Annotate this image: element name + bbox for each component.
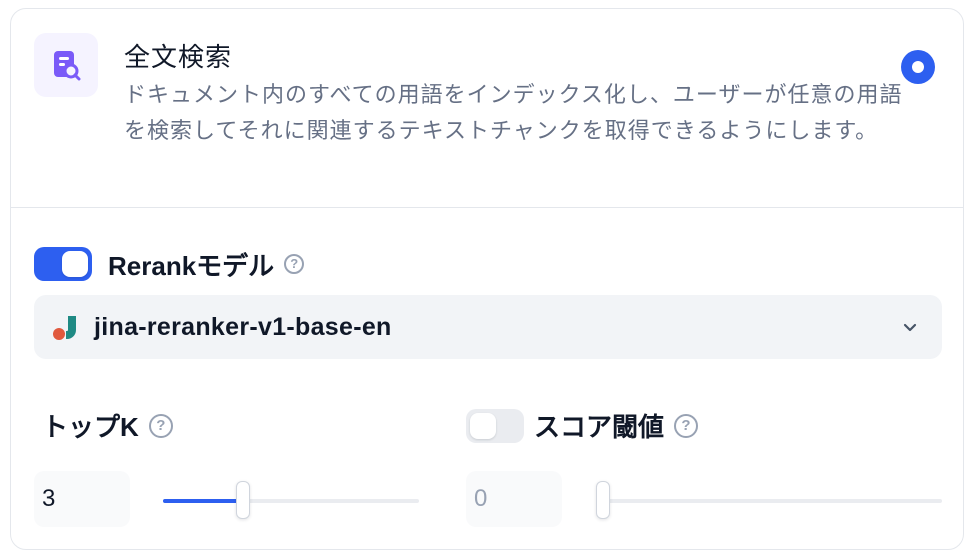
top-k-help-icon[interactable]: ?	[148, 413, 173, 438]
jina-logo-icon	[52, 313, 80, 341]
top-k-slider[interactable]	[163, 481, 419, 521]
slider-fill	[163, 499, 243, 503]
score-threshold-label: スコア閾値	[534, 412, 665, 442]
rerank-model-select[interactable]: jina-reranker-v1-base-en	[34, 295, 942, 359]
top-k-input[interactable]	[34, 471, 130, 527]
slider-track	[596, 499, 942, 503]
rerank-help-icon[interactable]: ?	[284, 254, 305, 274]
score-threshold-help-icon[interactable]: ?	[674, 413, 699, 438]
slider-thumb[interactable]	[236, 481, 250, 519]
retrieval-settings-card: 全文検索 ドキュメント内のすべての用語をインデックス化し、ユーザーが任意の用語を…	[10, 8, 964, 550]
score-threshold-row: スコア閾値 ?	[466, 407, 699, 444]
score-threshold-slider[interactable]	[596, 481, 942, 521]
slider-thumb[interactable]	[596, 481, 610, 519]
toggle-knob	[62, 251, 88, 277]
toggle-knob	[470, 412, 496, 439]
document-search-icon	[34, 33, 98, 97]
search-method-description: ドキュメント内のすべての用語をインデックス化し、ユーザーが任意の用語を検索してそ…	[124, 82, 903, 143]
rerank-label: Rerankモデル	[108, 250, 275, 281]
rerank-model-name: jina-reranker-v1-base-en	[94, 312, 392, 341]
search-method-title: 全文検索	[124, 42, 233, 72]
score-threshold-input[interactable]	[466, 471, 562, 527]
rerank-toggle[interactable]	[34, 247, 92, 281]
top-k-label-row: トップK ?	[42, 407, 173, 444]
chevron-down-icon	[900, 317, 920, 342]
score-threshold-toggle[interactable]	[466, 408, 524, 443]
divider	[11, 207, 963, 208]
radio-dot	[912, 61, 924, 73]
top-k-label: トップK	[42, 412, 139, 442]
rerank-row: Rerankモデル ?	[34, 247, 305, 281]
search-method-radio[interactable]	[901, 50, 935, 84]
search-method-option[interactable]: 全文検索 ドキュメント内のすべての用語をインデックス化し、ユーザーが任意の用語を…	[11, 9, 963, 207]
